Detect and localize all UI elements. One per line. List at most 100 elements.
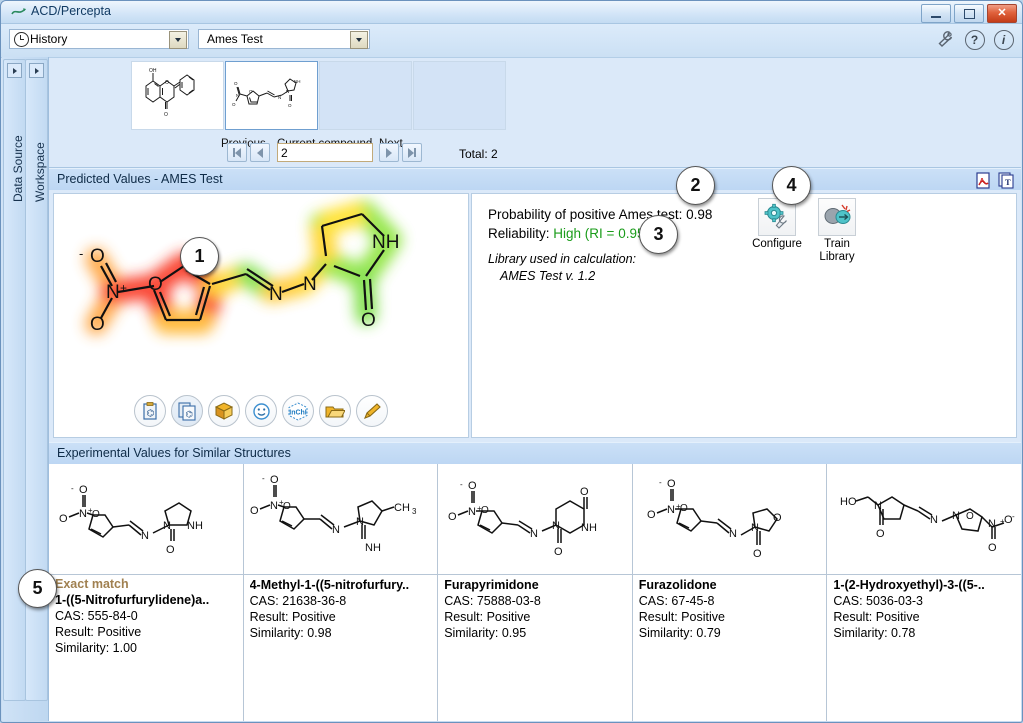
svg-text:N: N [356,516,364,528]
nitrofurantoin-structure: O- N + O O N N NH O [59,484,203,556]
svg-text:⌬: ⌬ [185,409,193,419]
first-compound-button[interactable] [227,143,247,162]
svg-text:O: O [148,274,163,295]
card-structure-image: HO N O N N O N + O O- [827,464,1021,575]
card-compound-name: 1-(2-Hydroxyethyl)-3-((5-.. [833,578,985,592]
main-structure-viewer[interactable]: O - N + O O N N NH O ⌬ ⌬ InChI [53,193,469,438]
card-compound-name: Furazolidone [638,578,717,592]
card-compound-name: Furapyrimidone [444,578,539,592]
similar-structure-card[interactable]: HO N O N N O N + O O- 1-(2-Hydroxyethyl)-… [827,464,1021,721]
report-export-icon[interactable]: T [998,172,1015,189]
inchi-icon[interactable]: InChI [282,395,314,427]
copy-structure-icon[interactable]: ⌬ [171,395,203,427]
svg-text:N: N [530,528,538,540]
train-library-icon [824,204,851,224]
card-compound-name: 4-Methyl-1-((5-nitrofurfury.. [249,578,410,592]
compound-thumbnail-3[interactable] [319,61,412,130]
maximize-button[interactable] [954,4,984,23]
train-library-label: Train Library [819,238,855,263]
compound-thumbnail-strip: OH O O O N O O N N NH O [49,58,1021,135]
svg-text:O: O [283,501,291,512]
window-title: ACD/Percepta [31,4,111,18]
edit-structure-icon[interactable] [356,395,388,427]
history-dropdown-arrow[interactable] [169,31,187,49]
dictionary-icon[interactable] [208,395,240,427]
svg-text:O: O [448,511,457,523]
svg-text:O: O [59,513,68,525]
wrench-icon[interactable] [935,29,956,50]
train-library-button[interactable]: Train Library [812,198,862,264]
svg-text:O: O [249,89,253,94]
help-icon[interactable]: ? [964,29,985,50]
card-similarity: Similarity: 1.00 [55,641,137,655]
last-compound-button[interactable] [402,143,422,162]
structure-tool-bar: ⌬ ⌬ InChI [54,395,468,427]
smiles-icon[interactable] [245,395,277,427]
toolbar-icons: ? i [935,29,1014,50]
test-dropdown[interactable]: Ames Test [198,29,370,49]
minimize-button[interactable] [921,4,951,23]
card-cas: CAS: 5036-03-3 [833,594,924,608]
svg-text:O: O [250,505,259,517]
next-compound-button[interactable] [379,143,399,162]
expand-workspace-button[interactable] [29,63,44,78]
open-file-icon[interactable] [319,395,351,427]
svg-text:N: N [286,89,289,94]
title-bar: ACD/Percepta ✕ [1,1,1022,24]
prediction-info-panel: Probability of positive Ames test: 0.98 … [471,193,1017,438]
close-button[interactable]: ✕ [987,4,1017,23]
svg-text:N: N [729,528,737,540]
similar-structure-card[interactable]: O- N + O O N N NH O O Furapyrimidone CAS:… [438,464,633,721]
help-glyph: ? [964,29,985,50]
configure-button[interactable]: Configure [752,198,802,264]
card-structure-image: O- N + O O N N O O [632,464,827,575]
svg-text:O: O [580,486,589,498]
nitrofuran-structure-thumbnail: O N O O N N NH O [232,77,300,108]
card-similarity: Similarity: 0.95 [444,626,527,640]
compound-thumbnail-4[interactable] [413,61,506,130]
reliability-label: Reliability: [488,226,550,241]
similar-structure-card[interactable]: O- N + O O N N O O Furazolidone CAS: 67-4… [632,464,828,721]
paste-structure-icon[interactable]: ⌬ [134,395,166,427]
card-result: Result: Positive [638,610,725,624]
predicted-values-header: Predicted Values - AMES Test A T [49,168,1021,192]
expand-data-source-button[interactable] [7,63,22,78]
pdf-export-icon[interactable]: A [975,172,992,189]
callout-badge-3: 3 [639,215,678,254]
similar-structure-card[interactable]: O- N + O O N N NH CH 3 4-Methyl-1-((5-nitr… [243,464,439,721]
sidebar-tab-data-source[interactable]: Data Source [3,59,26,701]
flavone-structure-thumbnail: OH O O [145,68,194,118]
compound-thumbnail-1[interactable]: OH O O [131,61,224,130]
clock-icon [14,32,29,47]
svg-text:CH: CH [394,502,410,514]
probability-line: Probability of positive Ames test: 0.98 [488,205,712,224]
inchi-label: InChI [289,409,307,416]
svg-text:N: N [952,510,960,522]
configure-label: Configure [752,238,802,250]
test-dropdown-arrow[interactable] [350,31,368,49]
svg-text:+: + [120,281,127,295]
svg-text:N: N [332,524,340,536]
card-result: Result: Positive [833,610,920,624]
svg-text:O: O [667,478,676,490]
close-icon: ✕ [997,7,1007,19]
similar-structure-card[interactable]: O- N + O O N N NH O Exact match 1-((5-Nit… [49,464,244,721]
card-structure-image: O- N + O O N N NH O [49,464,243,575]
maximize-icon [963,8,975,19]
library-label: Library used in calculation: [488,252,636,266]
history-dropdown[interactable]: History [9,29,189,49]
similar-structures-list: O- N + O O N N NH O Exact match 1-((5-Nit… [49,464,1021,721]
previous-compound-button[interactable] [250,143,270,162]
svg-text:N: N [988,518,996,530]
svg-text:N: N [269,284,283,305]
current-compound-input[interactable]: 2 [277,143,373,162]
info-icon[interactable]: i [993,29,1014,50]
svg-text:N: N [667,504,675,516]
compound-navigation: Previous Current compound Next 2 Total: … [49,134,1021,168]
svg-text:N: N [303,274,317,295]
svg-text:O: O [361,310,376,331]
hydroxyethyl-nitrofuran-structure: HO N O N N O N + O O- [840,496,1015,554]
compound-thumbnail-2[interactable]: O N O O N N NH O [225,61,318,130]
svg-text:O: O [481,505,489,516]
first-icon-arrow [235,147,241,158]
